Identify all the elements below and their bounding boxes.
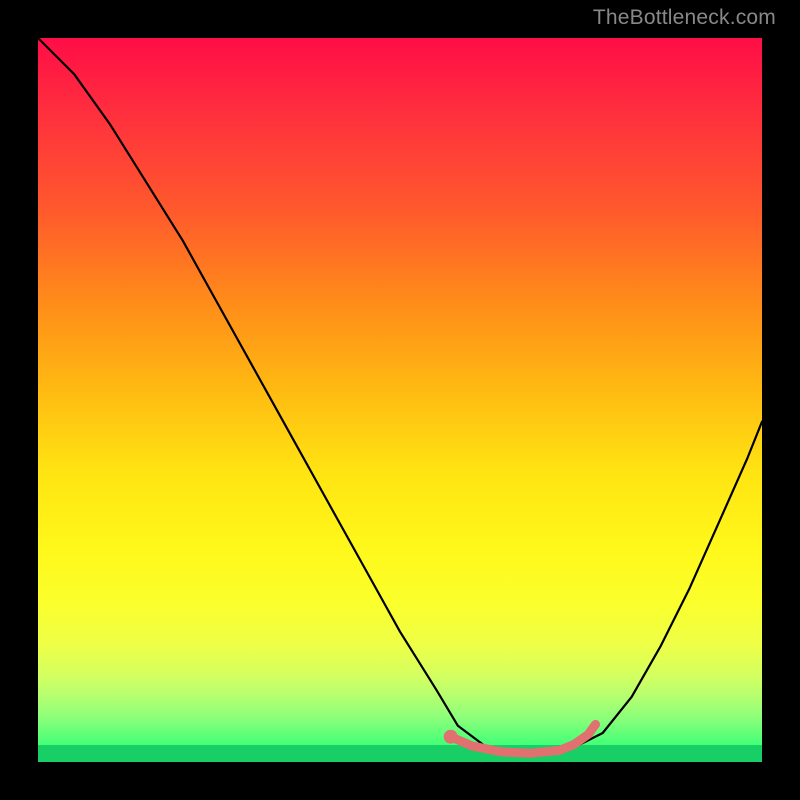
watermark-text: TheBottleneck.com	[593, 6, 776, 30]
chart-background-gradient	[38, 38, 762, 762]
chart-baseline-stripe	[38, 745, 762, 762]
chart-frame: TheBottleneck.com	[0, 0, 800, 800]
